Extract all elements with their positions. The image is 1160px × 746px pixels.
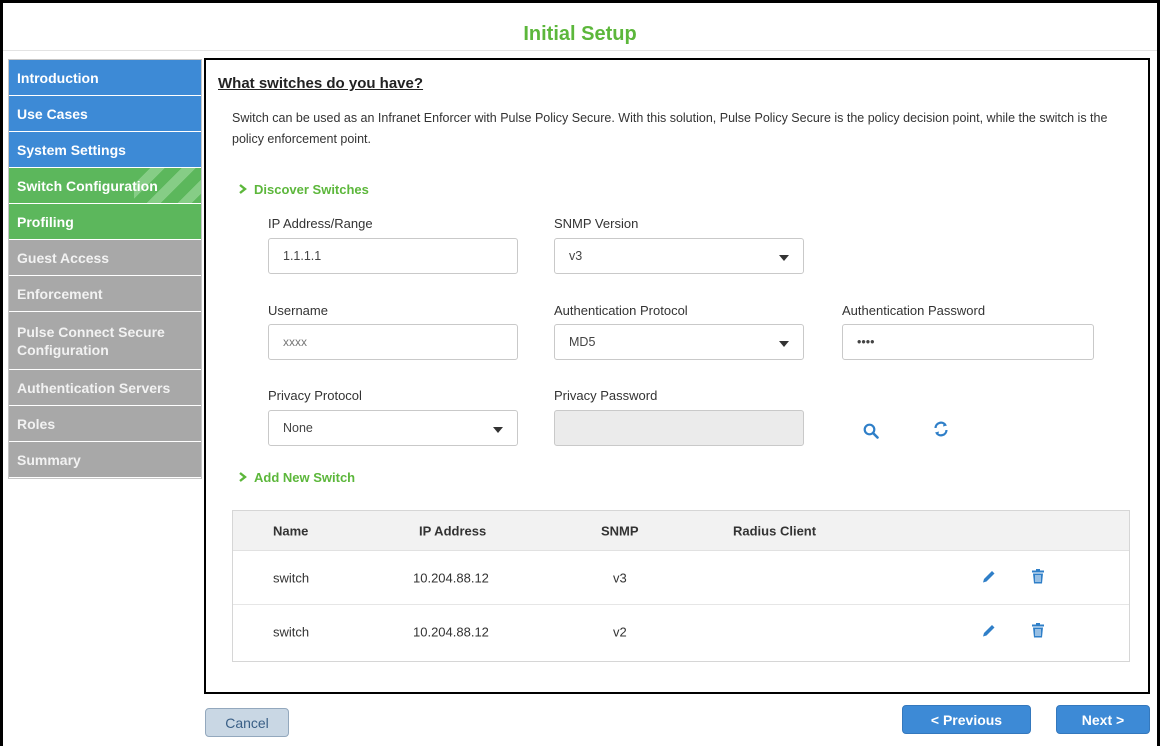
sidebar-item-label: System Settings	[17, 141, 126, 158]
trash-icon[interactable]	[1031, 568, 1045, 587]
auth-protocol-label: Authentication Protocol	[554, 303, 688, 318]
chevron-right-icon	[238, 471, 248, 485]
sidebar-item-system-settings[interactable]: System Settings	[9, 132, 201, 168]
column-header-radius[interactable]: Radius Client	[733, 523, 816, 538]
sidebar-item-use-cases[interactable]: Use Cases	[9, 96, 201, 132]
table-row[interactable]: switch 10.204.88.12 v2	[233, 605, 1129, 659]
sidebar-item-authentication-servers[interactable]: Authentication Servers	[9, 370, 201, 406]
ip-range-value: 1.1.1.1	[283, 249, 322, 263]
sidebar-item-profiling[interactable]: Profiling	[9, 204, 201, 240]
cell-name: switch	[273, 570, 310, 585]
sidebar-item-roles[interactable]: Roles	[9, 406, 201, 442]
sidebar-item-label: Use Cases	[17, 105, 88, 122]
cell-name: switch	[273, 624, 310, 640]
pencil-icon[interactable]	[981, 623, 997, 642]
privacy-protocol-value: None	[283, 421, 313, 435]
chevron-down-icon	[493, 427, 503, 433]
previous-button[interactable]: < Previous	[902, 705, 1031, 734]
sidebar-item-switch-configuration[interactable]: Switch Configuration	[9, 168, 201, 204]
snmp-version-select[interactable]: v3	[554, 238, 804, 274]
sidebar-item-label: Profiling	[17, 213, 74, 230]
table-row[interactable]: switch 10.204.88.12 v3	[233, 551, 1129, 605]
content-panel: What switches do you have? Switch can be…	[204, 58, 1150, 694]
chevron-down-icon	[779, 255, 789, 261]
privacy-password-input[interactable]	[554, 410, 804, 446]
search-icon[interactable]	[860, 420, 882, 442]
ip-range-label: IP Address/Range	[268, 216, 373, 231]
cancel-button[interactable]: Cancel	[205, 708, 289, 737]
auth-password-value: ••••	[857, 335, 875, 349]
column-header-name[interactable]: Name	[273, 523, 308, 538]
table-header: Name IP Address SNMP Radius Client	[233, 511, 1129, 551]
discover-switches-toggle[interactable]: Discover Switches	[238, 182, 369, 197]
sidebar-item-label: Enforcement	[17, 285, 103, 302]
privacy-password-label: Privacy Password	[554, 388, 658, 403]
sidebar-item-summary[interactable]: Summary	[9, 442, 201, 478]
sidebar-item-label: Summary	[17, 451, 81, 468]
sidebar-item-guest-access[interactable]: Guest Access	[9, 240, 201, 276]
title-bar: Initial Setup	[3, 3, 1157, 51]
auth-password-label: Authentication Password	[842, 303, 986, 318]
sidebar-item-pulse-connect-secure[interactable]: Pulse Connect Secure Configuration	[9, 312, 201, 370]
section-description: Switch can be used as an Infranet Enforc…	[232, 111, 1108, 146]
chevron-down-icon	[779, 341, 789, 347]
discover-switches-label: Discover Switches	[254, 182, 369, 197]
auth-protocol-value: MD5	[569, 335, 596, 349]
auth-protocol-select[interactable]: MD5	[554, 324, 804, 360]
page-title: Initial Setup	[523, 23, 637, 45]
sidebar-item-label: Introduction	[17, 69, 99, 86]
sidebar-item-label: Switch Configuration	[17, 177, 158, 194]
snmp-version-value: v3	[569, 249, 583, 263]
switch-table: Name IP Address SNMP Radius Client switc…	[232, 510, 1130, 662]
sidebar-item-label: Authentication Servers	[17, 379, 171, 396]
privacy-protocol-select[interactable]: None	[268, 410, 518, 446]
ip-range-input[interactable]: 1.1.1.1	[268, 238, 518, 274]
cell-ip: 10.204.88.12	[413, 570, 489, 585]
next-button[interactable]: Next >	[1056, 705, 1150, 734]
refresh-icon[interactable]	[930, 418, 952, 440]
username-label: Username	[268, 303, 328, 318]
column-header-snmp[interactable]: SNMP	[601, 523, 639, 538]
cell-snmp: v3	[613, 570, 627, 585]
sidebar: Introduction Use Cases System Settings S…	[8, 59, 202, 479]
section-heading: What switches do you have?	[218, 75, 424, 92]
username-input[interactable]: xxxx	[268, 324, 518, 360]
sidebar-item-label: Roles	[17, 415, 56, 432]
cell-ip: 10.204.88.12	[413, 624, 489, 640]
column-header-ip[interactable]: IP Address	[419, 523, 486, 538]
sidebar-item-label: Guest Access	[17, 249, 110, 266]
privacy-protocol-label: Privacy Protocol	[268, 388, 362, 403]
username-value: xxxx	[283, 335, 307, 349]
add-new-switch-toggle[interactable]: Add New Switch	[238, 470, 355, 485]
sidebar-item-label: Pulse Connect Secure Configuration	[17, 323, 165, 358]
add-new-switch-label: Add New Switch	[254, 470, 356, 485]
snmp-version-label: SNMP Version	[554, 216, 639, 231]
trash-icon[interactable]	[1031, 623, 1045, 642]
pencil-icon[interactable]	[981, 568, 997, 587]
sidebar-item-enforcement[interactable]: Enforcement	[9, 276, 201, 312]
sidebar-item-introduction[interactable]: Introduction	[9, 60, 201, 96]
cell-snmp: v2	[613, 624, 627, 640]
chevron-right-icon	[238, 183, 248, 197]
auth-password-input[interactable]: ••••	[842, 324, 1094, 360]
